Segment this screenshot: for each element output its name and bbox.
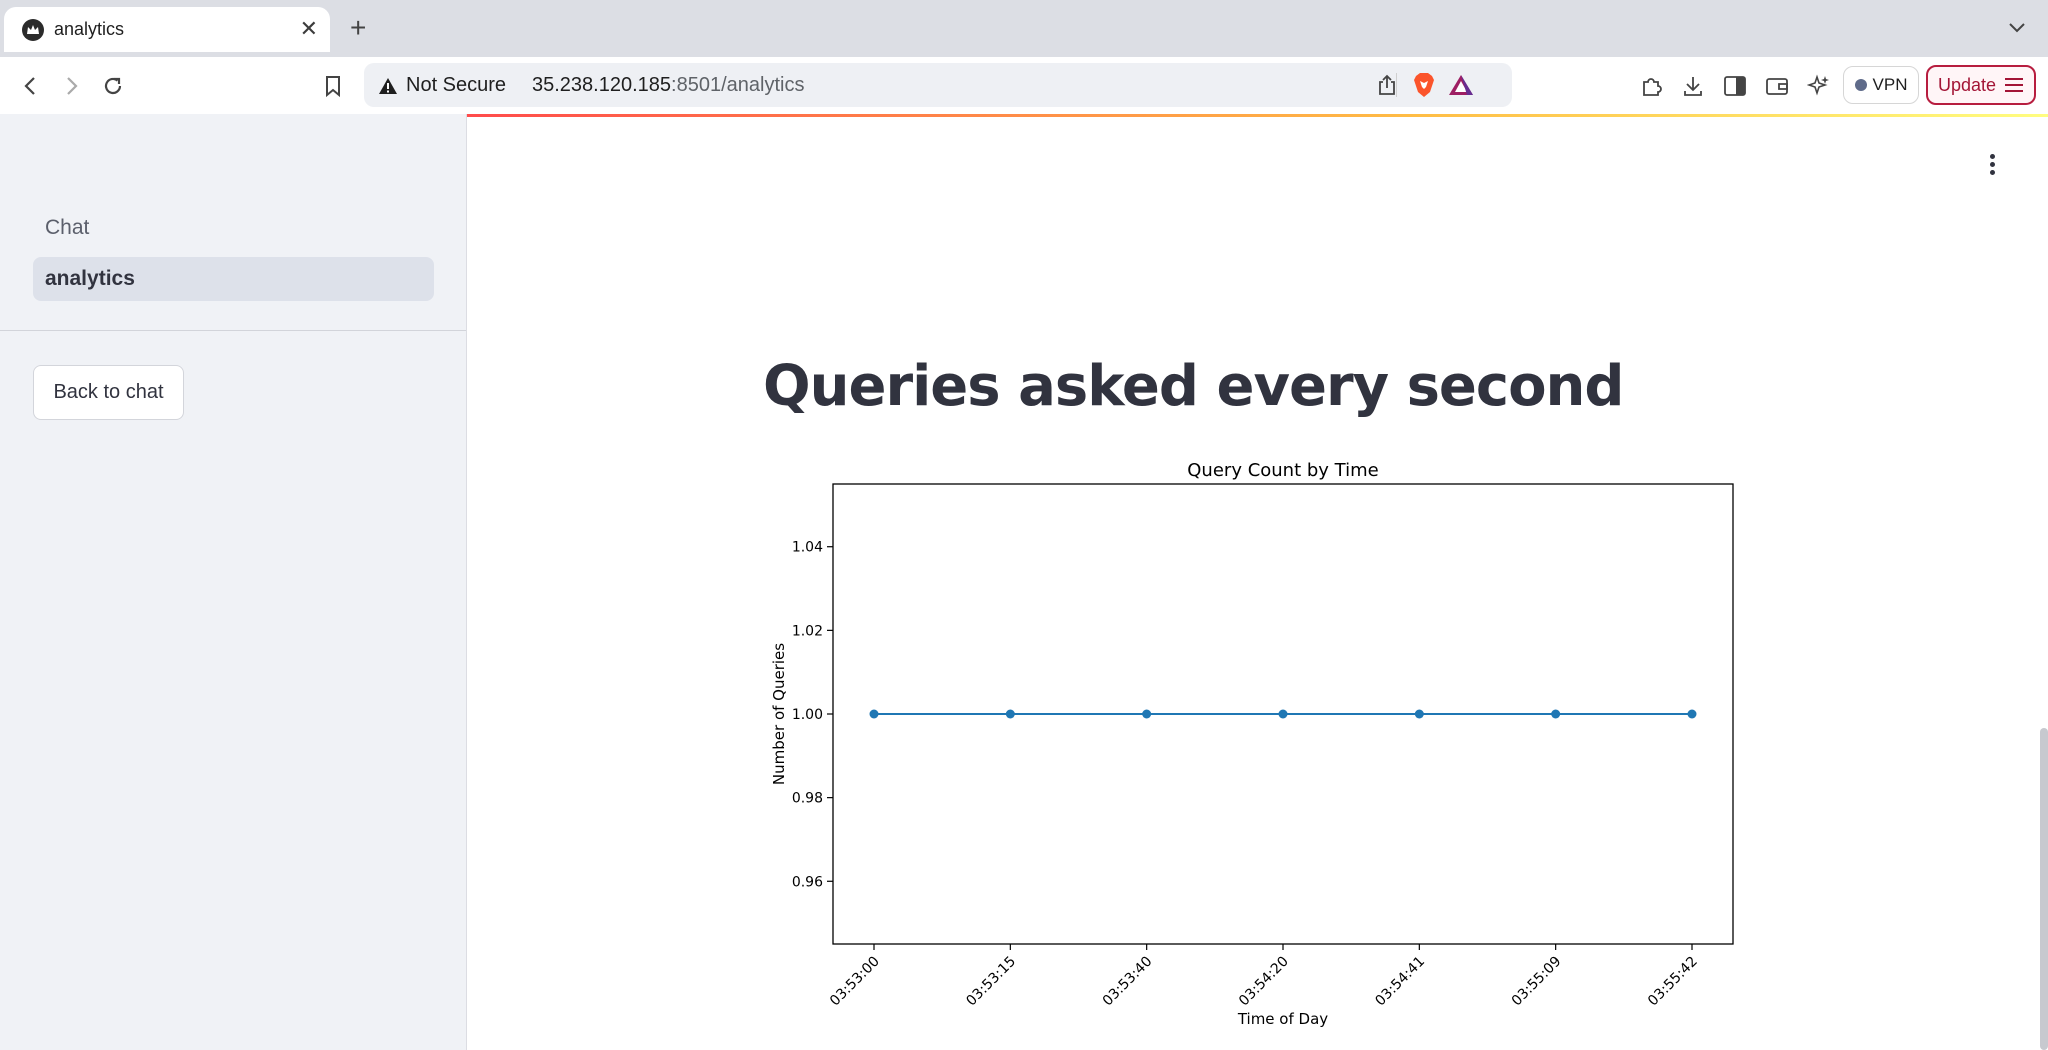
security-indicator[interactable]: Not Secure [378, 74, 506, 97]
sidebar-item-analytics[interactable]: analytics [33, 257, 434, 301]
x-tick-label: 03:53:15 [963, 954, 1019, 1010]
tab-search-chevron-icon[interactable] [2004, 14, 2030, 40]
omnibox-divider [1396, 73, 1397, 97]
data-point [1278, 709, 1288, 719]
browser-tab[interactable]: analytics ✕ [4, 7, 330, 52]
brave-rewards-icon[interactable] [1446, 70, 1476, 100]
sidebar: Chat analytics Back to chat [0, 114, 467, 1050]
new-tab-icon[interactable]: + [350, 12, 366, 44]
data-point [1142, 709, 1152, 719]
data-point [1687, 709, 1697, 719]
security-label: Not Secure [406, 74, 507, 96]
update-button[interactable]: Update [1926, 65, 2036, 105]
main-content: Queries asked every second Query Count b… [467, 114, 2048, 1050]
y-tick-label: 1.02 [792, 623, 823, 639]
x-tick-label: 03:54:41 [1372, 954, 1428, 1010]
update-label: Update [1937, 74, 1997, 95]
reload-icon[interactable] [98, 71, 128, 101]
x-tick-label: 03:53:40 [1100, 954, 1156, 1010]
data-point [1551, 709, 1561, 719]
tab-bar: analytics ✕ + [0, 0, 2048, 57]
y-axis: 0.96 0.98 1.00 1.02 1.04 [792, 540, 833, 890]
data-point [1005, 709, 1015, 719]
wallet-icon[interactable] [1762, 71, 1792, 101]
y-tick-label: 1.04 [792, 540, 823, 556]
x-axis: 03:53:00 03:53:15 03:53:40 03:54:20 03:54:41… [827, 944, 1701, 1009]
y-axis-label: Number of Queries [770, 643, 788, 785]
y-tick-label: 1.00 [792, 707, 823, 723]
chart-title: Query Count by Time [1187, 460, 1378, 481]
tab-title: analytics [54, 19, 125, 39]
vpn-status-icon [1854, 79, 1867, 91]
sidebar-item-chat[interactable]: Chat [33, 206, 434, 250]
close-tab-icon[interactable]: ✕ [300, 16, 318, 42]
sidebar-divider [0, 330, 466, 331]
vpn-label: VPN [1872, 75, 1908, 94]
back-arrow-icon[interactable] [16, 71, 46, 101]
query-count-chart: Query Count by Time 0.96 0.98 1.00 1.02 1.04… [770, 460, 1734, 1028]
back-to-chat-button[interactable]: Back to chat [33, 365, 184, 420]
download-icon[interactable] [1678, 71, 1708, 101]
url-host: 35.238.120.185 [532, 74, 672, 96]
url-path: :8501/analytics [671, 74, 805, 96]
warning-icon [379, 77, 397, 94]
sidebar-toggle-icon[interactable] [1720, 71, 1750, 101]
bookmark-icon[interactable] [318, 71, 348, 101]
y-tick-label: 0.98 [792, 791, 823, 807]
address-bar[interactable]: Not Secure 35.238.120.185:8501/analytics [364, 63, 1512, 107]
x-tick-label: 03:53:00 [827, 954, 883, 1010]
x-tick-label: 03:55:42 [1645, 954, 1701, 1010]
extensions-icon[interactable] [1636, 71, 1666, 101]
leo-ai-sparkle-icon[interactable] [1804, 71, 1834, 101]
x-tick-label: 03:55:09 [1509, 954, 1565, 1010]
vpn-button[interactable]: VPN [1843, 66, 1919, 104]
sidebar-item-label: Chat [45, 216, 90, 239]
x-axis-label: Time of Day [1237, 1010, 1328, 1028]
url-text[interactable]: 35.238.120.185:8501/analytics [532, 74, 804, 97]
streamlit-crown-icon [22, 19, 44, 41]
share-icon[interactable] [1372, 70, 1402, 100]
data-point [1414, 709, 1424, 719]
data-point [869, 709, 879, 719]
brave-shields-icon[interactable] [1409, 70, 1439, 100]
y-tick-label: 0.96 [792, 874, 823, 890]
series-layer [869, 709, 1697, 719]
sidebar-item-label: analytics [45, 267, 135, 290]
x-tick-label: 03:54:20 [1236, 954, 1292, 1010]
browser-toolbar: Not Secure 35.238.120.185:8501/analytics… [0, 57, 2048, 115]
hamburger-menu-icon [2005, 78, 2024, 92]
forward-arrow-icon[interactable] [56, 71, 86, 101]
page-scrollbar[interactable] [2040, 728, 2048, 1050]
